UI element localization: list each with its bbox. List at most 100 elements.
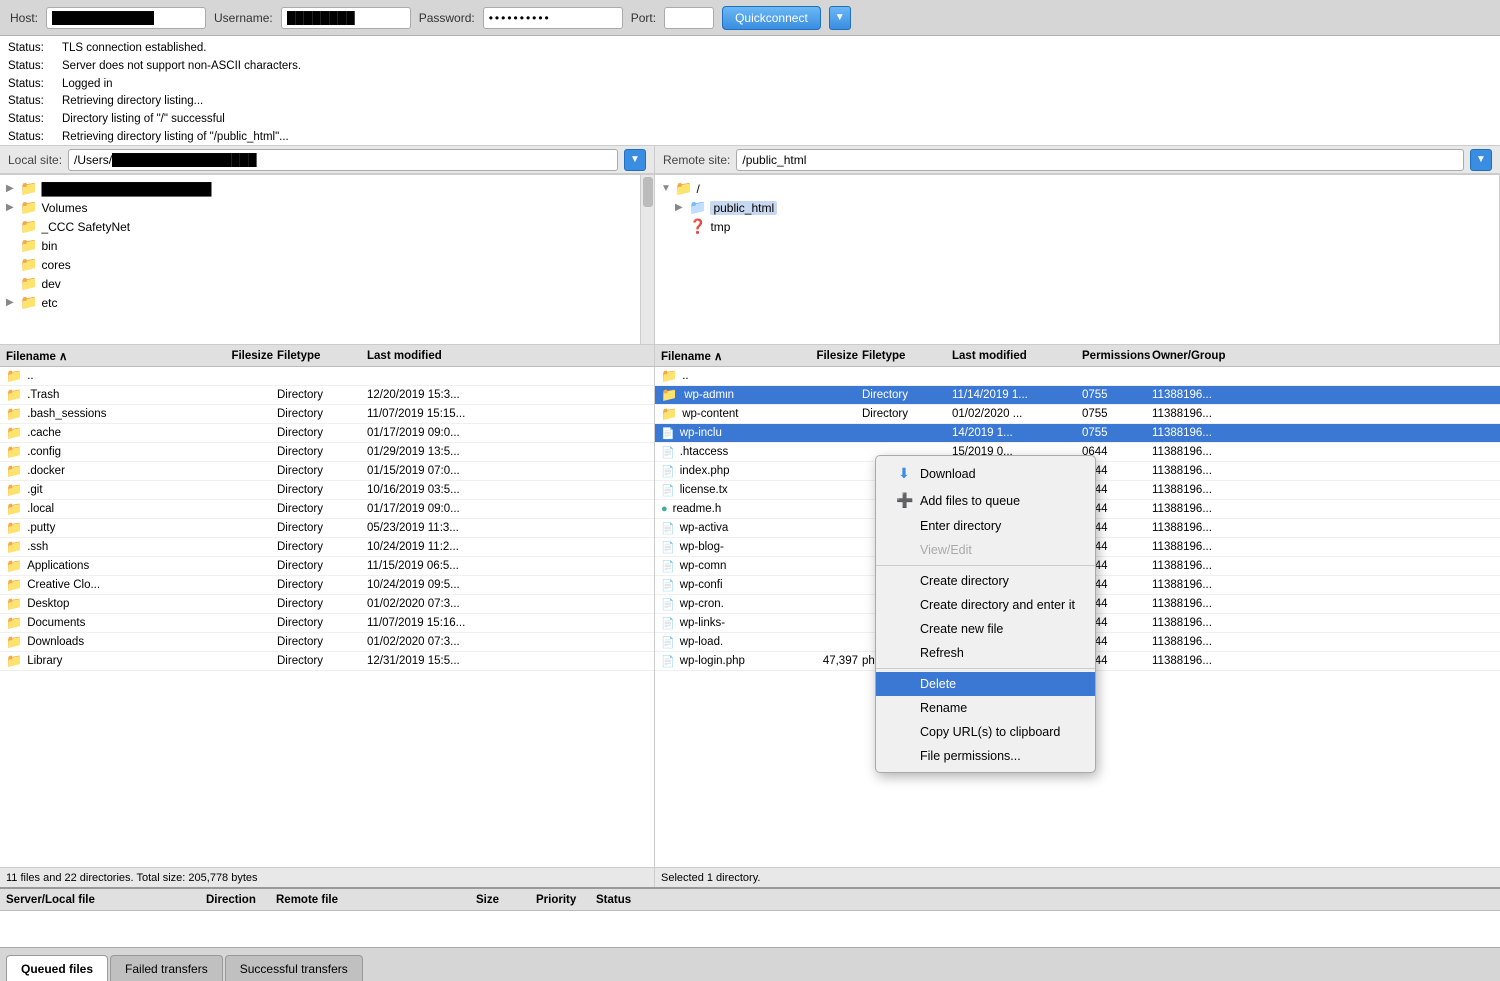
local-file-row[interactable]: 📁 Downloads Directory 01/02/2020 07:3...: [0, 633, 654, 652]
local-col-filetype[interactable]: Filetype: [277, 350, 367, 362]
file-name-cell: 📁 wp-admin: [657, 387, 797, 403]
tree-item-name: public_html: [710, 201, 777, 215]
remote-tree-item[interactable]: ▼📁/: [661, 179, 1493, 198]
local-file-header: Filename ∧ Filesize Filetype Last modifi…: [0, 345, 654, 367]
context-menu-item-label: View/Edit: [920, 543, 972, 557]
password-input[interactable]: [483, 7, 623, 29]
local-file-row[interactable]: 📁 .config Directory 01/29/2019 13:5...: [0, 443, 654, 462]
local-file-row[interactable]: 📁 .cache Directory 01/17/2019 09:0...: [0, 424, 654, 443]
context-menu-item-delete[interactable]: Delete: [876, 672, 1095, 696]
local-file-row[interactable]: 📁 Library Directory 12/31/2019 15:5...: [0, 652, 654, 671]
remote-file-row[interactable]: 📁 wp-content Directory 01/02/2020 ... 07…: [655, 405, 1500, 424]
local-tree: ▶📁████████████████████▶📁Volumes📁_CCC Saf…: [6, 179, 648, 312]
remote-file-row[interactable]: 📁 ..: [655, 367, 1500, 386]
file-icon: 📄: [661, 541, 675, 554]
file-perms-cell: 0755: [1082, 389, 1152, 401]
context-menu-item-enter-directory[interactable]: Enter directory: [876, 514, 1095, 538]
remote-col-filename[interactable]: Filename ∧: [657, 349, 797, 363]
local-site-dropdown[interactable]: ▼: [624, 149, 646, 171]
local-file-row[interactable]: 📁 .putty Directory 05/23/2019 11:3...: [0, 519, 654, 538]
remote-col-owner[interactable]: Owner/Group: [1152, 350, 1242, 362]
local-file-row[interactable]: 📁 .docker Directory 01/15/2019 07:0...: [0, 462, 654, 481]
file-owner-cell: 11388196...: [1152, 636, 1242, 648]
remote-file-header: Filename ∧ Filesize Filetype Last modifi…: [655, 345, 1500, 367]
folder-icon: 📁: [661, 406, 677, 422]
local-file-pane: Filename ∧ Filesize Filetype Last modifi…: [0, 345, 655, 887]
file-name-cell: 📁 ..: [2, 368, 197, 384]
file-modified-cell: 05/23/2019 11:3...: [367, 522, 497, 534]
local-file-row[interactable]: 📁 Applications Directory 11/15/2019 06:5…: [0, 557, 654, 576]
context-menu-item-label: Copy URL(s) to clipboard: [920, 725, 1060, 739]
local-tree-item[interactable]: 📁dev: [6, 274, 648, 293]
tab-queued[interactable]: Queued files: [6, 955, 108, 981]
file-name-text: .docker: [27, 465, 65, 477]
file-name-cell: 📁 Applications: [2, 558, 197, 574]
local-col-lastmod[interactable]: Last modified: [367, 350, 497, 362]
quickconnect-button[interactable]: Quickconnect: [722, 6, 821, 30]
folder-icon: 📁: [20, 275, 37, 292]
local-file-row[interactable]: 📁 .bash_sessions Directory 11/07/2019 15…: [0, 405, 654, 424]
local-site-path[interactable]: [68, 149, 618, 171]
remote-file-row[interactable]: 📁 wp-admin Directory 11/14/2019 1... 075…: [655, 386, 1500, 405]
file-name-cell: 📄 wp-confi: [657, 579, 797, 592]
local-file-row[interactable]: 📁 .git Directory 10/16/2019 03:5...: [0, 481, 654, 500]
local-col-filesize[interactable]: Filesize: [197, 350, 277, 362]
bottom-tabs: Queued filesFailed transfersSuccessful t…: [0, 947, 1500, 981]
tree-item-name: ████████████████████: [41, 182, 211, 196]
local-tree-item[interactable]: 📁_CCC SafetyNet: [6, 217, 648, 236]
context-menu-item-create-new-file[interactable]: Create new file: [876, 617, 1095, 641]
remote-file-pane: Filename ∧ Filesize Filetype Last modifi…: [655, 345, 1500, 887]
context-menu-item-copy-url[interactable]: Copy URL(s) to clipboard: [876, 720, 1095, 744]
remote-col-filesize[interactable]: Filesize: [797, 350, 862, 362]
local-file-row[interactable]: 📁 .Trash Directory 12/20/2019 15:3...: [0, 386, 654, 405]
local-file-row[interactable]: 📁 .local Directory 01/17/2019 09:0...: [0, 500, 654, 519]
status-key: Status:: [8, 111, 56, 129]
local-tree-item[interactable]: ▶📁etc: [6, 293, 648, 312]
remote-file-row[interactable]: 📄 wp-inclu 14/2019 1... 0755 11388196...: [655, 424, 1500, 443]
remote-status-bar: Selected 1 directory.: [655, 867, 1500, 887]
file-name-text: Library: [27, 655, 62, 667]
port-input[interactable]: [664, 7, 714, 29]
remote-tree-item[interactable]: ▶📁public_html: [661, 198, 1493, 217]
file-type-cell: Directory: [277, 598, 367, 610]
folder-icon: 📁: [6, 482, 22, 498]
context-menu: ⬇Download➕Add files to queueEnter direct…: [875, 455, 1096, 773]
local-tree-item[interactable]: 📁cores: [6, 255, 648, 274]
context-menu-item-file-permissions[interactable]: File permissions...: [876, 744, 1095, 768]
local-tree-item[interactable]: ▶📁████████████████████: [6, 179, 648, 198]
folder-icon: 📁: [6, 501, 22, 517]
context-menu-item-label: Rename: [920, 701, 967, 715]
remote-site-dropdown[interactable]: ▼: [1470, 149, 1492, 171]
local-tree-item[interactable]: 📁bin: [6, 236, 648, 255]
remote-col-filetype[interactable]: Filetype: [862, 350, 952, 362]
context-menu-item-create-directory-enter[interactable]: Create directory and enter it: [876, 593, 1095, 617]
local-site-bar: Local site: ▼: [0, 146, 655, 174]
tree-arrow-icon: ▼: [661, 183, 671, 194]
local-file-row[interactable]: 📁 Creative Clo... Directory 10/24/2019 0…: [0, 576, 654, 595]
remote-col-perms[interactable]: Permissions: [1082, 350, 1152, 362]
tab-failed[interactable]: Failed transfers: [110, 955, 223, 981]
file-size-cell: 47,397: [797, 655, 862, 667]
context-menu-item-refresh[interactable]: Refresh: [876, 641, 1095, 665]
context-menu-item-add-to-queue[interactable]: ➕Add files to queue: [876, 487, 1095, 514]
context-menu-item-download[interactable]: ⬇Download: [876, 460, 1095, 487]
remote-col-lastmod[interactable]: Last modified: [952, 350, 1082, 362]
local-file-row[interactable]: 📁 .ssh Directory 10/24/2019 11:2...: [0, 538, 654, 557]
local-file-row[interactable]: 📁 Desktop Directory 01/02/2020 07:3...: [0, 595, 654, 614]
local-col-filename[interactable]: Filename ∧: [2, 349, 197, 363]
quickconnect-dropdown-button[interactable]: ▼: [829, 6, 851, 30]
username-input[interactable]: [281, 7, 411, 29]
local-file-row[interactable]: 📁 ..: [0, 367, 654, 386]
local-file-row[interactable]: 📁 Documents Directory 11/07/2019 15:16..…: [0, 614, 654, 633]
local-tree-item[interactable]: ▶📁Volumes: [6, 198, 648, 217]
context-menu-item-create-directory[interactable]: Create directory: [876, 569, 1095, 593]
context-menu-item-rename[interactable]: Rename: [876, 696, 1095, 720]
remote-site-path[interactable]: [736, 149, 1464, 171]
remote-tree-item[interactable]: ❓tmp: [661, 217, 1493, 236]
status-key: Status:: [8, 76, 56, 94]
transfer-col-remote: Remote file: [276, 894, 476, 906]
file-name-cell: 📁 ..: [657, 368, 797, 384]
host-input[interactable]: [46, 7, 206, 29]
tab-successful[interactable]: Successful transfers: [225, 955, 363, 981]
file-name-text: .config: [27, 446, 61, 458]
